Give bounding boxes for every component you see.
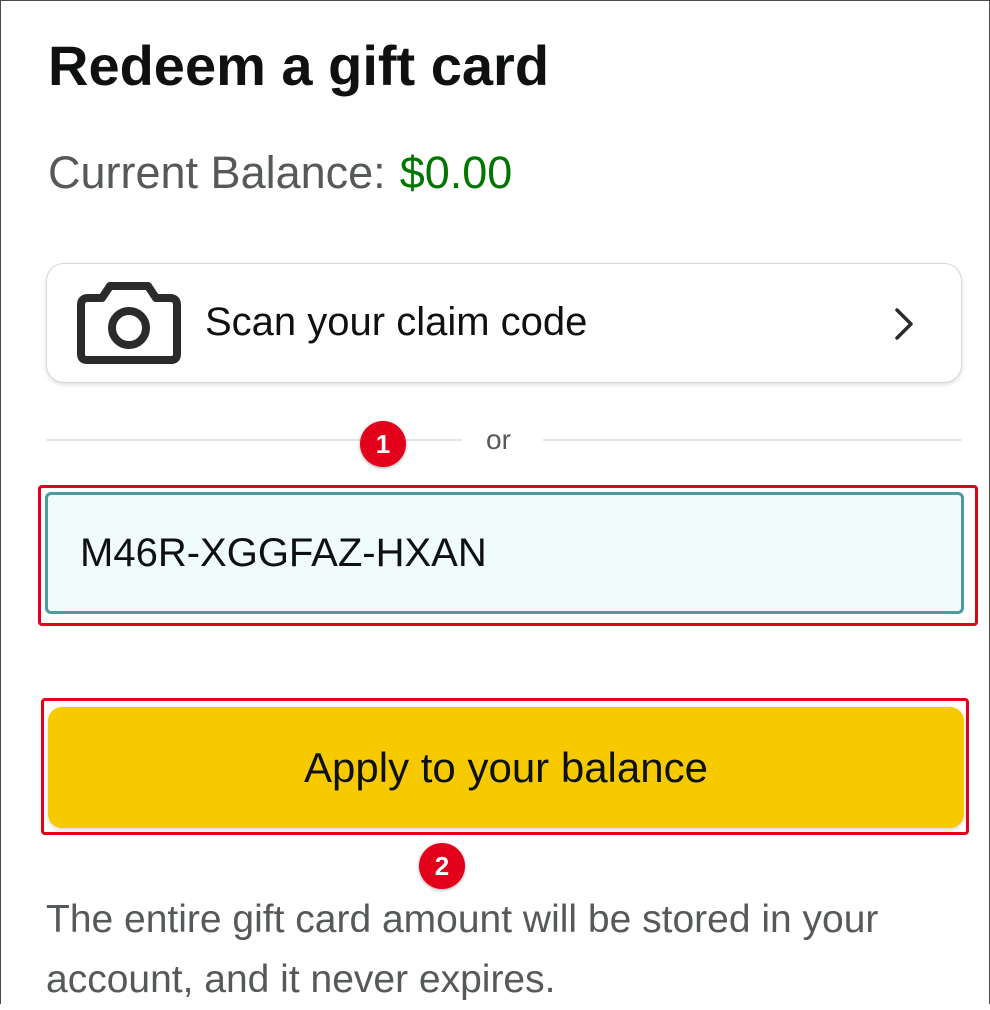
page-title: Redeem a gift card bbox=[48, 34, 550, 97]
balance-label: Current Balance: bbox=[48, 147, 386, 198]
balance-amount: $0.00 bbox=[399, 147, 513, 198]
divider-line bbox=[543, 439, 962, 441]
divider-text: or bbox=[486, 424, 511, 455]
gift-card-note: The entire gift card amount will be stor… bbox=[46, 898, 879, 1001]
claim-code-input[interactable] bbox=[45, 492, 964, 614]
camera-icon bbox=[77, 282, 181, 364]
apply-to-balance-button[interactable]: Apply to your balance bbox=[48, 707, 964, 828]
scan-claim-code-button[interactable]: Scan your claim code bbox=[46, 263, 962, 383]
or-divider: or bbox=[46, 425, 962, 455]
step-marker-2: 2 bbox=[419, 843, 465, 889]
step-marker-1: 1 bbox=[360, 421, 406, 467]
scan-label: Scan your claim code bbox=[205, 300, 588, 344]
current-balance: Current Balance: $0.00 bbox=[48, 145, 512, 201]
chevron-right-icon bbox=[895, 308, 913, 340]
